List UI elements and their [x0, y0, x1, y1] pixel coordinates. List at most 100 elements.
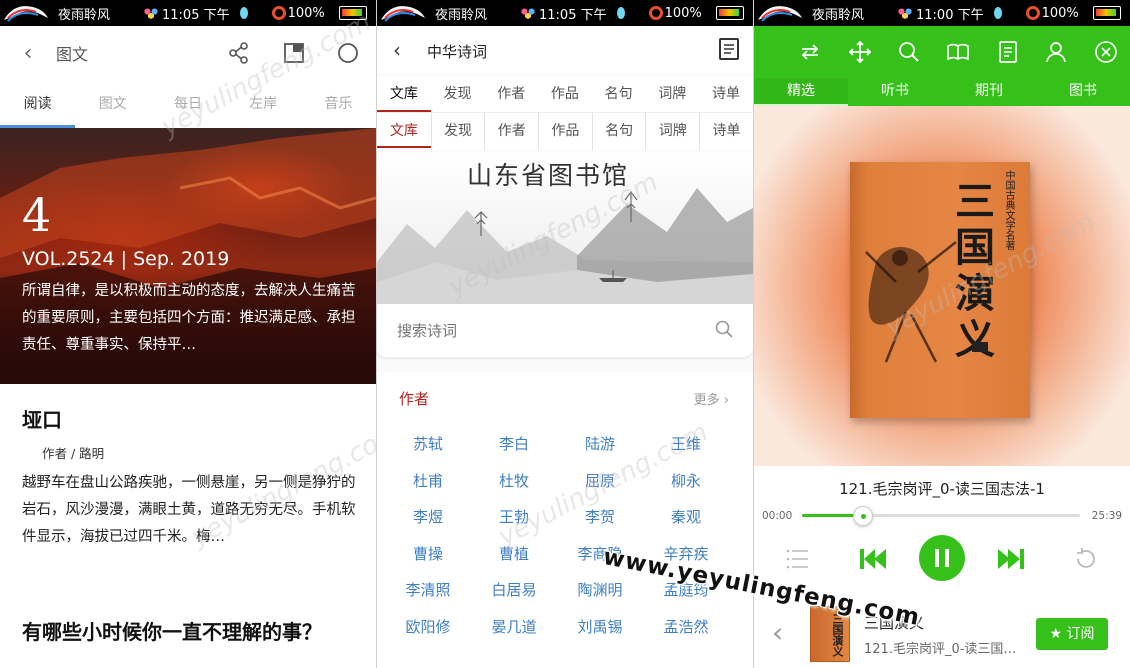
search-input[interactable] — [397, 318, 697, 344]
hero-card[interactable]: 4 VOL.2524 | Sep. 2019 所谓自律，是以积极而主动的态度，去… — [0, 128, 376, 384]
tab-featured[interactable]: 精选 — [754, 78, 848, 106]
tab-quotes[interactable]: 名句 — [591, 113, 646, 150]
progress-slider[interactable] — [802, 506, 1080, 526]
tab-discover[interactable]: 发现 — [430, 113, 485, 150]
author-link[interactable]: 杜甫 — [385, 463, 471, 500]
back-icon[interactable]: ‹ — [772, 616, 783, 649]
tab-books[interactable]: 图书 — [1036, 78, 1130, 106]
cover-series: 中国古典文学名著 — [1003, 170, 1014, 250]
author-link[interactable]: 孟浩然 — [643, 609, 729, 646]
tab-cipai[interactable]: 词牌 — [645, 76, 699, 114]
author-link[interactable]: 刘禹锡 — [557, 609, 643, 646]
cover-title: 三国演义 — [948, 180, 995, 364]
signal-ring-icon — [648, 6, 663, 20]
notes-icon[interactable] — [719, 38, 739, 60]
tab-left-bank[interactable]: 左岸 — [226, 80, 301, 128]
back-icon[interactable]: ‹ — [393, 38, 401, 62]
previous-icon[interactable] — [858, 536, 888, 582]
status-app-name: 夜雨聆风 — [58, 7, 111, 23]
tab-journals[interactable]: 期刊 — [942, 78, 1036, 106]
tab-works[interactable]: 作品 — [538, 76, 592, 114]
category-tabs-secondary: 文库 发现 作者 作品 名句 词牌 诗单 — [377, 112, 753, 150]
search-icon[interactable] — [897, 40, 921, 64]
move-icon[interactable] — [848, 40, 872, 64]
subscribe-button[interactable]: ★ 订阅 — [1036, 618, 1108, 650]
episode-title: 121.毛宗岗评_0-读三国志法-1 — [864, 642, 1024, 657]
tab-reading[interactable]: 阅读 — [0, 80, 76, 128]
author-link[interactable]: 曹操 — [385, 536, 471, 573]
author-link[interactable]: 欧阳修 — [385, 609, 471, 646]
tab-audiobooks[interactable]: 听书 — [848, 78, 942, 106]
tab-works[interactable]: 作品 — [538, 113, 592, 150]
section-label: 作者 — [399, 390, 430, 408]
author-link[interactable]: 白居易 — [471, 572, 557, 609]
library-banner[interactable]: 山东省图书馆 — [377, 152, 753, 304]
user-icon[interactable] — [1044, 40, 1068, 64]
back-icon[interactable]: ‹ — [0, 41, 56, 66]
app-logo-icon — [377, 0, 429, 26]
more-link[interactable]: 更多 › — [694, 389, 729, 408]
pause-button[interactable] — [918, 534, 966, 582]
author-link[interactable]: 李贺 — [557, 499, 643, 536]
status-time: 11:05 下午 — [539, 7, 607, 23]
playlist-icon[interactable] — [786, 536, 810, 582]
author-link[interactable]: 杜牧 — [471, 463, 557, 500]
author-link[interactable]: 秦观 — [643, 499, 729, 536]
tab-authors[interactable]: 作者 — [484, 113, 538, 150]
tab-cipai[interactable]: 词牌 — [645, 113, 699, 150]
author-link[interactable]: 陶渊明 — [557, 572, 643, 609]
author-link[interactable]: 陆游 — [557, 426, 643, 463]
tab-picture-text[interactable]: 图文 — [75, 80, 150, 128]
toolbar — [754, 26, 1130, 78]
hero-quote: 所谓自律，是以积极而主动的态度，去解决人生痛苦的重要原则，主要包括四个方面：推迟… — [22, 283, 356, 353]
tab-discover[interactable]: 发现 — [431, 76, 485, 114]
book-cover[interactable]: 中国古典文学名著 三国演义 — [850, 162, 1030, 418]
category-tabs: 阅读 图文 每日 左岸 音乐 — [0, 80, 376, 128]
category-tabs: 精选 听书 期刊 图书 — [754, 78, 1130, 106]
tab-library[interactable]: 文库 — [377, 113, 431, 150]
close-icon[interactable] — [1094, 40, 1118, 64]
subscribe-label: 订阅 — [1066, 626, 1095, 642]
status-time: 11:00 下午 — [916, 7, 984, 23]
author-link[interactable]: 李清照 — [385, 572, 471, 609]
flower-icon — [519, 6, 537, 20]
repeat-icon[interactable] — [1074, 536, 1098, 582]
tab-poem-lists[interactable]: 诗单 — [699, 113, 753, 150]
share-icon[interactable] — [228, 42, 250, 64]
circle-icon[interactable] — [337, 42, 359, 64]
search-bar — [377, 304, 753, 358]
search-icon[interactable] — [715, 320, 733, 338]
status-app-name: 夜雨聆风 — [812, 7, 865, 23]
app-logo-icon — [0, 0, 52, 26]
time-total: 25:39 — [1091, 510, 1122, 522]
progress-knob[interactable] — [853, 506, 874, 526]
window-icon[interactable] — [283, 42, 305, 64]
author-link[interactable]: 苏轼 — [385, 426, 471, 463]
author-link[interactable]: 屈原 — [557, 463, 643, 500]
tab-quotes[interactable]: 名句 — [592, 76, 646, 114]
author-link[interactable]: 李白 — [471, 426, 557, 463]
author-link[interactable]: 柳永 — [643, 463, 729, 500]
tab-daily[interactable]: 每日 — [150, 80, 225, 128]
signal-ring-icon — [271, 6, 286, 20]
author-link[interactable]: 曹植 — [471, 536, 557, 573]
battery-icon — [338, 6, 367, 20]
notes-icon[interactable] — [996, 40, 1020, 64]
page-title: 图文 — [56, 45, 89, 64]
open-book-icon[interactable] — [946, 40, 970, 64]
tab-library[interactable]: 文库 — [377, 76, 431, 114]
authors-section: 作者 更多 › 苏轼 李白 陆游 王维 杜甫 杜牧 屈原 柳永 李煜 王勃 李贺 秦观 曹操 曹植 李商隐辛… — [377, 372, 753, 668]
tab-music[interactable]: 音乐 — [301, 80, 376, 128]
author-link[interactable]: 李煜 — [385, 499, 471, 536]
author-link[interactable]: 晏几道 — [471, 609, 557, 646]
article-card[interactable]: 垭口 作者 / 路明 越野车在盘山公路疾驰，一侧悬崖，另一侧是狰狞的岩石，风沙漫… — [22, 404, 362, 551]
audiobook-app-panel: 夜雨聆风 11:00 下午 100% 精选 听书 期刊 图书 中国古典文学名著 … — [754, 0, 1130, 668]
author-link[interactable]: 王勃 — [471, 499, 557, 536]
tab-poem-lists[interactable]: 诗单 — [699, 76, 753, 114]
next-icon[interactable] — [996, 536, 1026, 582]
track-title: 121.毛宗岗评_0-读三国志法-1 — [839, 480, 1045, 498]
article-card[interactable]: 有哪些小时候你一直不理解的事？ — [22, 618, 362, 646]
tab-authors[interactable]: 作者 — [484, 76, 538, 114]
author-link[interactable]: 王维 — [643, 426, 729, 463]
swap-icon[interactable] — [798, 40, 822, 64]
